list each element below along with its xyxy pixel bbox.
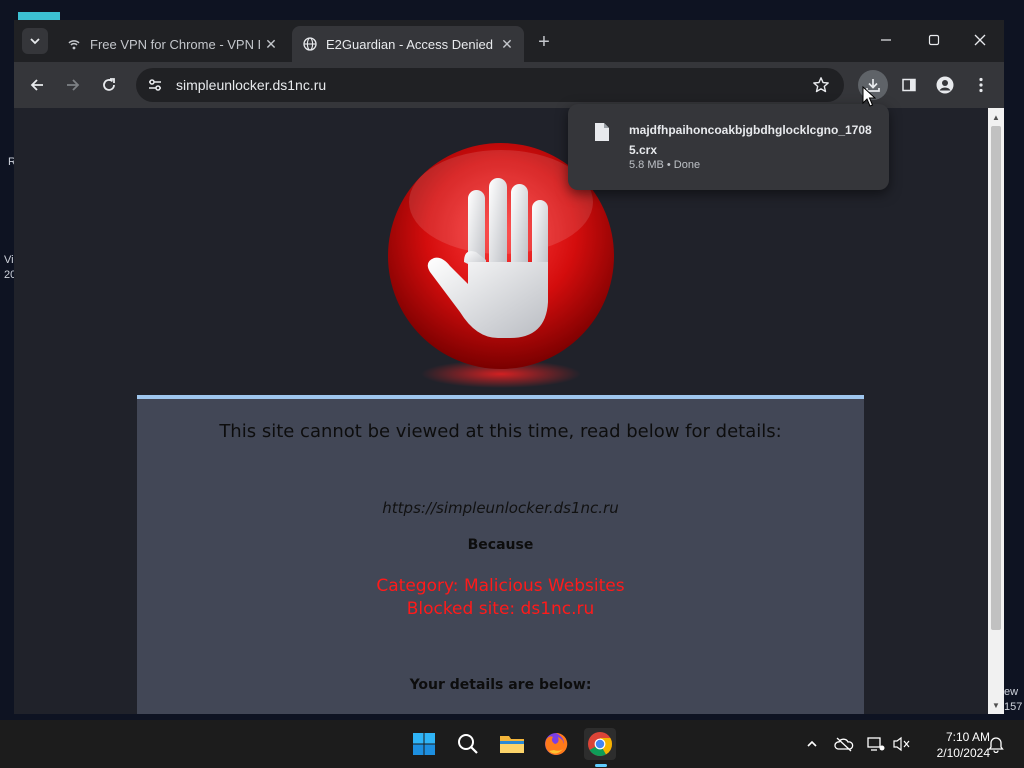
download-filename[interactable]: majdfhpaihoncoakbjgbdhglocklcgno_17085.c… bbox=[629, 120, 879, 160]
download-status: 5.8 MB • Done bbox=[629, 159, 701, 171]
onedrive-icon[interactable] bbox=[834, 734, 854, 754]
forward-button[interactable] bbox=[58, 70, 88, 100]
clock-date: 2/10/2024 bbox=[936, 746, 990, 760]
start-button[interactable] bbox=[408, 728, 440, 760]
arrow-left-icon bbox=[30, 79, 43, 91]
close-window-button[interactable] bbox=[958, 26, 1002, 54]
page-scrollbar[interactable]: ▲ ▼ bbox=[988, 108, 1004, 714]
chevron-down-icon bbox=[30, 38, 40, 45]
blocked-site-line: Blocked site: ds1nc.ru bbox=[406, 599, 595, 619]
globe-icon bbox=[302, 36, 318, 52]
side-panel-icon bbox=[902, 78, 916, 92]
file-explorer-button[interactable] bbox=[496, 728, 528, 760]
block-details-panel: This site cannot be viewed at this time,… bbox=[137, 395, 864, 714]
maximize-icon bbox=[928, 34, 940, 46]
site-settings-icon[interactable] bbox=[140, 70, 170, 100]
kebab-menu-icon bbox=[979, 77, 983, 93]
desktop-accent-strip bbox=[18, 12, 60, 20]
desktop-label-4: ew bbox=[1004, 686, 1019, 698]
close-tab-icon[interactable]: ✕ bbox=[496, 33, 518, 55]
block-reason: Category: Malicious Websites Blocked sit… bbox=[137, 575, 864, 621]
maximize-button[interactable] bbox=[912, 26, 956, 54]
page-content: This site cannot be viewed at this time,… bbox=[14, 108, 988, 714]
reload-icon bbox=[103, 78, 115, 91]
search-icon bbox=[458, 734, 478, 754]
chrome-button[interactable] bbox=[584, 728, 616, 760]
file-icon bbox=[595, 123, 609, 141]
arrow-right-icon bbox=[67, 79, 80, 91]
minimize-icon bbox=[881, 39, 891, 41]
vpn-icon bbox=[66, 36, 82, 52]
category-line: Category: Malicious Websites bbox=[376, 576, 625, 596]
active-app-indicator bbox=[595, 764, 607, 767]
reload-button[interactable] bbox=[94, 70, 124, 100]
show-hidden-icons-button[interactable] bbox=[802, 734, 822, 754]
new-tab-button[interactable]: + bbox=[532, 30, 556, 54]
close-tab-icon[interactable]: ✕ bbox=[260, 33, 282, 55]
blocked-url: https://simpleunlocker.ds1nc.ru bbox=[382, 499, 619, 517]
windows-logo-icon bbox=[413, 733, 435, 755]
desktop-label-5: 157 bbox=[1004, 701, 1023, 713]
because-label: Because bbox=[467, 537, 534, 553]
details-heading: Your details are below: bbox=[409, 677, 592, 693]
block-heading: This site cannot be viewed at this time,… bbox=[219, 421, 782, 442]
desktop-label-2: Vi bbox=[4, 254, 14, 266]
tab-free-vpn[interactable]: Free VPN for Chrome - VPN Pr ✕ bbox=[56, 26, 288, 62]
scroll-thumb[interactable] bbox=[991, 126, 1001, 630]
menu-button[interactable] bbox=[966, 70, 996, 100]
firefox-icon bbox=[545, 732, 568, 755]
address-bar[interactable]: simpleunlocker.ds1nc.ru bbox=[136, 68, 844, 102]
tab-e2guardian[interactable]: E2Guardian - Access Denied ✕ bbox=[292, 26, 524, 62]
clock-time: 7:10 AM bbox=[945, 730, 990, 744]
search-button[interactable] bbox=[452, 728, 484, 760]
side-panel-button[interactable] bbox=[894, 70, 924, 100]
network-icon[interactable] bbox=[866, 734, 886, 754]
tab-title: Free VPN for Chrome - VPN Pr bbox=[90, 36, 260, 52]
chrome-icon bbox=[588, 732, 612, 757]
scroll-up-arrow[interactable]: ▲ bbox=[988, 110, 1004, 124]
taskbar: 7:10 AM 2/10/2024 bbox=[0, 720, 1024, 768]
bookmark-star-icon[interactable] bbox=[806, 70, 836, 100]
folder-icon bbox=[500, 736, 524, 753]
mouse-cursor-icon bbox=[862, 86, 876, 107]
tab-strip: Free VPN for Chrome - VPN Pr ✕ E2Guardia… bbox=[14, 20, 1004, 62]
minimize-button[interactable] bbox=[864, 26, 908, 54]
scroll-down-arrow[interactable]: ▼ bbox=[988, 698, 1004, 712]
browser-toolbar: simpleunlocker.ds1nc.ru bbox=[14, 62, 1004, 108]
profile-icon bbox=[936, 76, 954, 94]
firefox-button[interactable] bbox=[540, 728, 572, 760]
download-bubble: majdfhpaihoncoakbjgbdhglocklcgno_17085.c… bbox=[568, 104, 889, 190]
tab-search-button[interactable] bbox=[22, 28, 48, 54]
url-text[interactable]: simpleunlocker.ds1nc.ru bbox=[176, 77, 806, 93]
close-icon bbox=[974, 34, 986, 46]
notification-bell-icon[interactable] bbox=[986, 734, 1006, 754]
tab-title: E2Guardian - Access Denied bbox=[326, 36, 493, 52]
chevron-up-icon bbox=[807, 740, 817, 747]
system-clock[interactable]: 7:10 AM 2/10/2024 bbox=[920, 729, 990, 761]
profile-button[interactable] bbox=[930, 70, 960, 100]
volume-muted-icon[interactable] bbox=[892, 734, 912, 754]
back-button[interactable] bbox=[22, 70, 52, 100]
